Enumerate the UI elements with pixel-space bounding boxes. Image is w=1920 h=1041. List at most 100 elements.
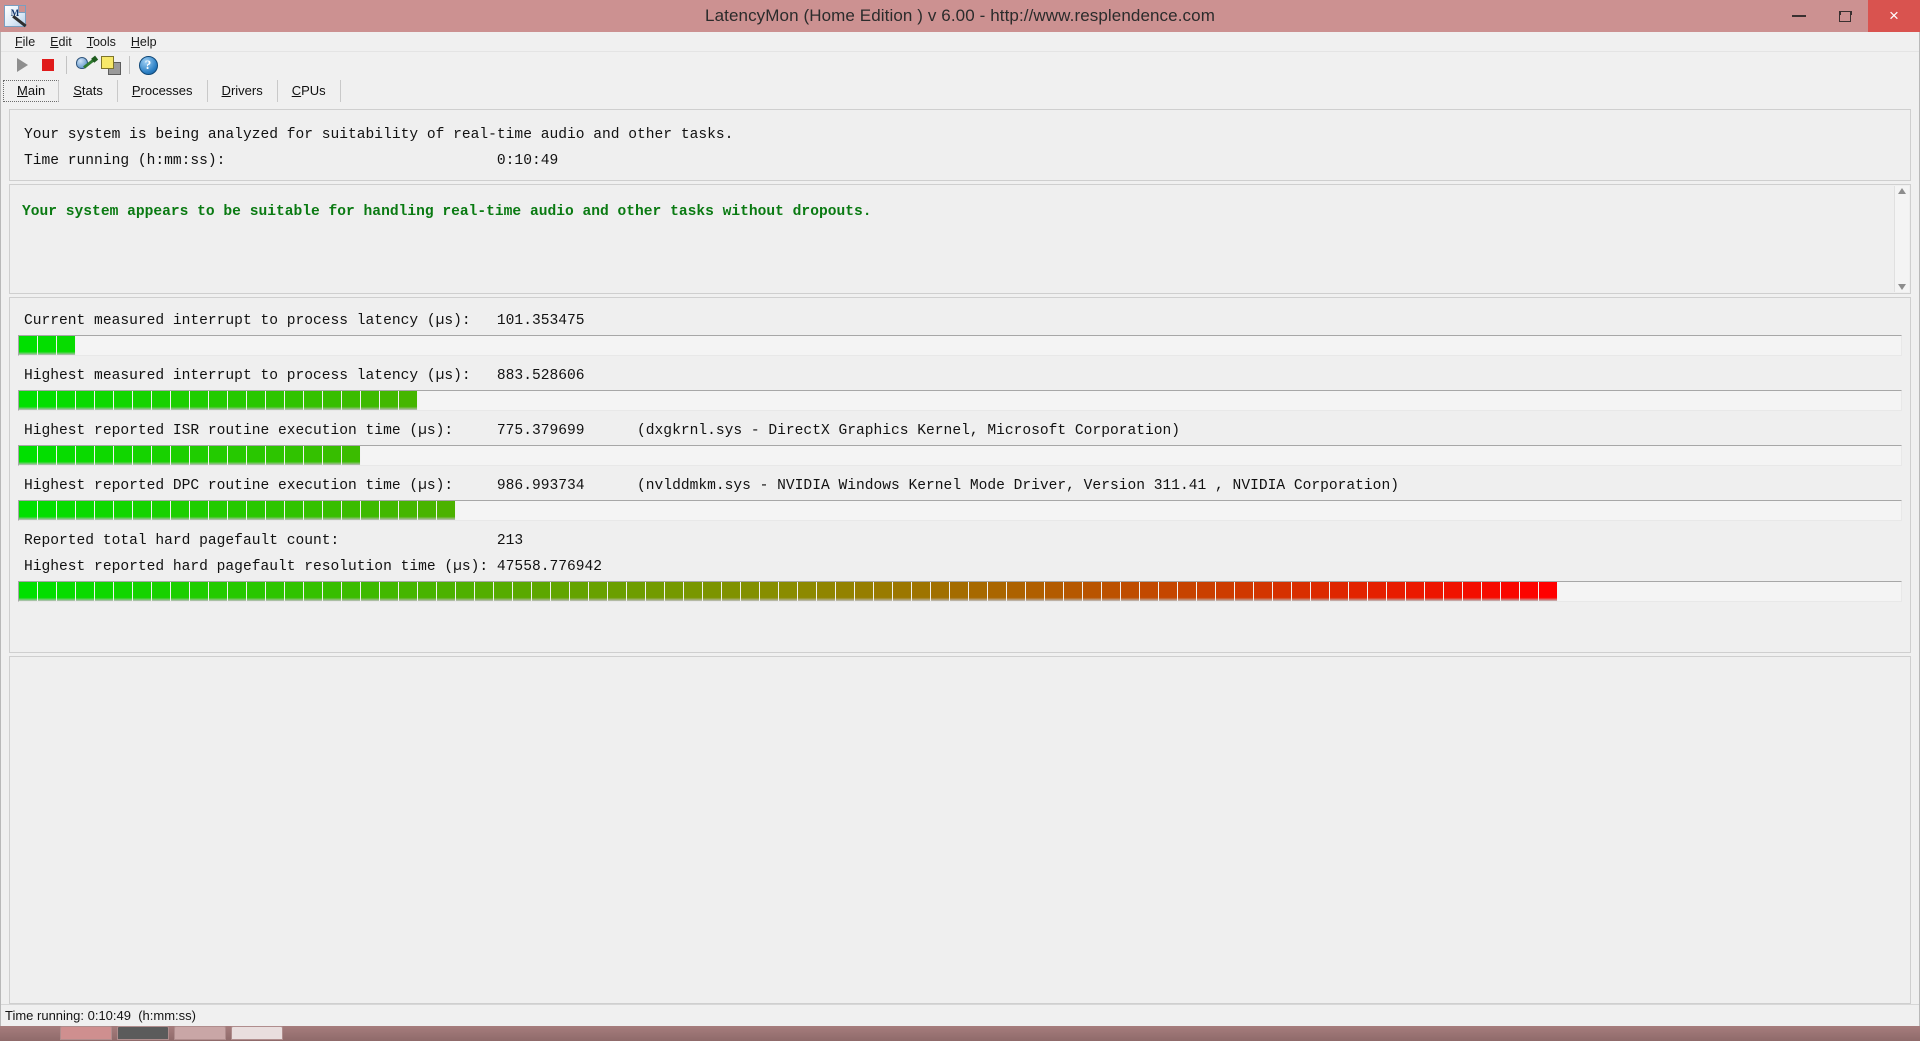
- tab-main[interactable]: Main: [3, 80, 60, 102]
- menu-item-file[interactable]: File: [9, 33, 44, 51]
- tab-strip: Main Stats Processes Drivers CPUs: [1, 78, 1919, 102]
- bar-segment: [114, 446, 133, 465]
- metric-label-highest-dpc-routine-execution-time: Highest reported DPC routine execution t…: [24, 478, 1399, 494]
- scroll-up-icon[interactable]: [1898, 188, 1906, 194]
- taskbar-item-4[interactable]: [231, 1026, 283, 1040]
- bar-segment: [95, 582, 114, 601]
- bar-segment: [323, 446, 342, 465]
- bar-segment: [418, 501, 437, 520]
- bar-segment: [266, 582, 285, 601]
- bar-segment: [247, 446, 266, 465]
- bar-segment: [437, 501, 456, 520]
- bar-segment: [76, 391, 95, 410]
- taskbar-item-1[interactable]: [60, 1026, 112, 1040]
- bar-segment: [1539, 582, 1558, 601]
- metric-bar-highest-interrupt-to-process-latency: [18, 390, 1902, 411]
- tab-stats[interactable]: Stats: [59, 80, 118, 102]
- bar-segment: [893, 582, 912, 601]
- metric-bar-highest-hard-pagefault-resolution-time: [18, 581, 1902, 602]
- minimize-button[interactable]: [1776, 0, 1822, 32]
- bar-segment: [323, 582, 342, 601]
- bar-segment: [342, 501, 361, 520]
- bar-segment: [342, 446, 361, 465]
- verdict-scrollbar[interactable]: [1894, 186, 1909, 292]
- client-area: File Edit Tools Help ? Main Stats Proces…: [0, 32, 1920, 1026]
- bar-segment: [380, 501, 399, 520]
- menu-item-edit[interactable]: Edit: [44, 33, 81, 51]
- bar-segment: [1520, 582, 1539, 601]
- metric-current-interrupt-to-process-latency: Current measured interrupt to process la…: [10, 308, 1910, 356]
- bar-segment: [1254, 582, 1273, 601]
- metric-bar-fill: [19, 446, 361, 465]
- bar-segment: [1026, 582, 1045, 601]
- bar-segment: [190, 582, 209, 601]
- metric-highest-interrupt-to-process-latency: Highest measured interrupt to process la…: [10, 363, 1910, 411]
- bar-segment: [1045, 582, 1064, 601]
- bar-segment: [57, 582, 76, 601]
- bar-segment: [760, 582, 779, 601]
- bar-segment: [361, 501, 380, 520]
- menu-item-help[interactable]: Help: [125, 33, 166, 51]
- scroll-down-icon[interactable]: [1898, 284, 1906, 290]
- bar-segment: [1501, 582, 1520, 601]
- metric-highest-dpc-routine-execution-time: Highest reported DPC routine execution t…: [10, 473, 1910, 521]
- bar-segment: [285, 501, 304, 520]
- analysis-line: Your system is being analyzed for suitab…: [24, 127, 734, 143]
- close-button[interactable]: ×: [1868, 0, 1920, 32]
- taskbar-item-2[interactable]: [117, 1026, 169, 1040]
- bar-segment: [437, 582, 456, 601]
- bar-segment: [304, 582, 323, 601]
- bar-segment: [1330, 582, 1349, 601]
- bar-segment: [209, 582, 228, 601]
- bar-segment: [133, 391, 152, 410]
- bar-segment: [266, 391, 285, 410]
- play-icon: [16, 58, 28, 72]
- bar-segment: [266, 446, 285, 465]
- help-button[interactable]: ?: [135, 53, 161, 77]
- menu-item-tools[interactable]: Tools: [81, 33, 125, 51]
- latencymon-window: M LatencyMon (Home Edition ) v 6.00 - ht…: [0, 0, 1920, 1041]
- bar-segment: [152, 446, 171, 465]
- tab-cpus[interactable]: CPUs: [278, 80, 341, 102]
- start-monitoring-button[interactable]: [9, 53, 35, 77]
- bar-segment: [855, 582, 874, 601]
- configuration-button[interactable]: [72, 53, 98, 77]
- bar-segment: [1178, 582, 1197, 601]
- bar-segment: [475, 582, 494, 601]
- metric-bar-current-interrupt-to-process-latency: [18, 335, 1902, 356]
- bar-segment: [114, 582, 133, 601]
- bar-segment: [342, 582, 361, 601]
- bar-segment: [38, 446, 57, 465]
- verdict-panel: Your system appears to be suitable for h…: [9, 184, 1911, 294]
- bar-segment: [57, 391, 76, 410]
- metrics-panel: Current measured interrupt to process la…: [9, 297, 1911, 653]
- bar-segment: [817, 582, 836, 601]
- metric-bar-fill: [19, 582, 1558, 601]
- bar-segment: [209, 501, 228, 520]
- bar-segment: [1292, 582, 1311, 601]
- taskbar-item-3[interactable]: [174, 1026, 226, 1040]
- bar-segment: [969, 582, 988, 601]
- copy-report-button[interactable]: [98, 53, 124, 77]
- bar-segment: [627, 582, 646, 601]
- time-running-row: Time running (h:mm:ss): 0:10:49: [24, 153, 559, 169]
- bar-segment: [304, 446, 323, 465]
- bar-segment: [171, 446, 190, 465]
- tab-processes[interactable]: Processes: [118, 80, 208, 102]
- bar-segment: [228, 582, 247, 601]
- bar-segment: [1007, 582, 1026, 601]
- bar-segment: [361, 391, 380, 410]
- tool-bar: ?: [1, 52, 1919, 78]
- bar-segment: [1121, 582, 1140, 601]
- copy-icon: [101, 55, 121, 75]
- bar-segment: [1349, 582, 1368, 601]
- bar-segment: [19, 391, 38, 410]
- bar-segment: [228, 391, 247, 410]
- bar-segment: [1216, 582, 1235, 601]
- restore-button[interactable]: [1822, 0, 1868, 32]
- bar-segment: [836, 582, 855, 601]
- stop-monitoring-button[interactable]: [35, 53, 61, 77]
- tab-drivers[interactable]: Drivers: [208, 80, 278, 102]
- bar-segment: [665, 582, 684, 601]
- bar-segment: [1387, 582, 1406, 601]
